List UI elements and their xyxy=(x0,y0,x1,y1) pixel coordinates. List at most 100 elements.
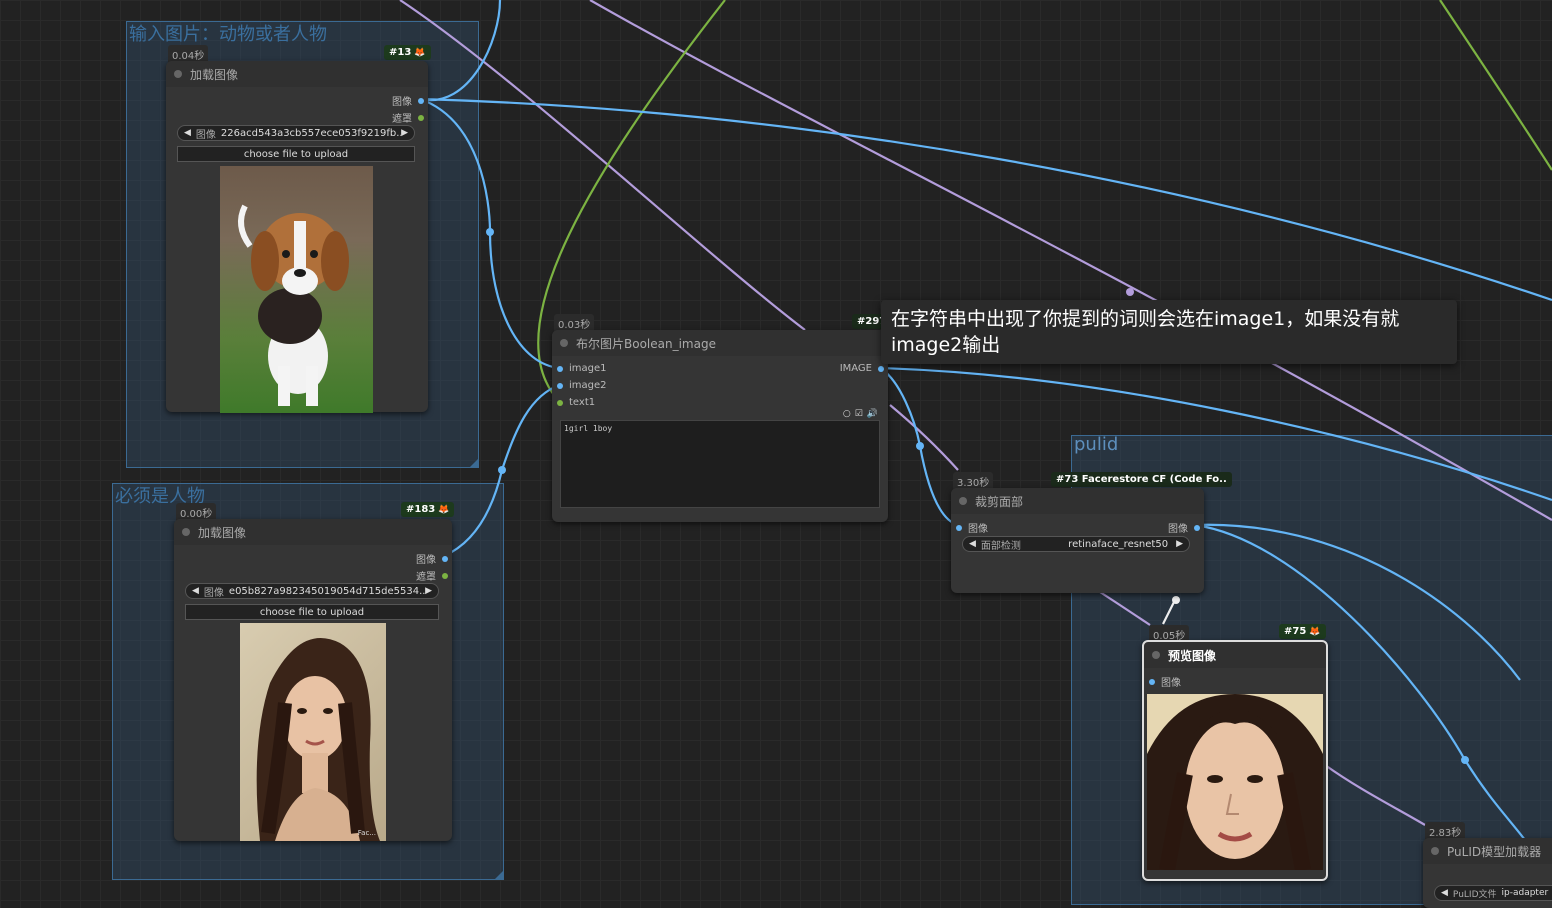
face-detection-select[interactable]: ◀ 面部检测 retinaface_resnet50 ▶ xyxy=(962,536,1190,552)
combo-value: 226acd543a3cb557ece053f9219fb... xyxy=(220,127,402,139)
node-title: 加载图像 xyxy=(198,525,247,540)
fox-icon: 🦊 xyxy=(1309,626,1321,637)
slot-label: 图像 xyxy=(1161,678,1181,689)
output-slot-image[interactable]: 图像 xyxy=(1168,520,1200,535)
node-header[interactable]: PuLID模型加载器 xyxy=(1423,838,1552,864)
output-slot-mask[interactable]: 遮罩 xyxy=(392,110,424,125)
node-preview-image-75[interactable]: 预览图像 图像 xyxy=(1142,640,1328,881)
preview-image-woman: Fac... xyxy=(240,623,386,841)
slot-dot[interactable] xyxy=(956,524,962,531)
output-slot-mask[interactable]: 遮罩 xyxy=(416,568,448,583)
combo-label: 面部检测 xyxy=(980,540,1021,552)
upload-button[interactable]: choose file to upload xyxy=(177,146,415,162)
output-slot-image[interactable]: 图像 xyxy=(392,93,424,108)
speaker-icon[interactable]: 🔊 xyxy=(867,409,878,419)
collapse-toggle[interactable] xyxy=(182,528,190,536)
arrow-left-icon[interactable]: ◀ xyxy=(184,128,191,138)
node-id-badge: #73 Facerestore CF (Code Fo.. xyxy=(1051,472,1232,487)
input-slot-text1[interactable]: text1 xyxy=(557,397,595,408)
input-slot-image2[interactable]: image2 xyxy=(557,380,607,391)
arrow-left-icon[interactable]: ◀ xyxy=(1441,888,1448,898)
slot-label: text1 xyxy=(569,397,596,408)
tooltip-line: 在字符串中出现了你提到的词则会选在image1，如果没有就 xyxy=(891,308,1400,330)
output-slot-image[interactable]: IMAGE xyxy=(840,363,884,374)
link-image xyxy=(419,97,1552,302)
node-id-badge: #13 🦊 xyxy=(384,45,431,60)
pulid-file-select[interactable]: ◀ PuLID文件 ip-adapter xyxy=(1434,885,1552,901)
slot-dot[interactable] xyxy=(442,555,448,562)
upload-button[interactable]: choose file to upload xyxy=(185,604,439,620)
combo-value: e05b827a982345019054d715de5534... xyxy=(228,585,426,597)
node-header[interactable]: 裁剪面部 xyxy=(951,488,1204,514)
node-id-badge: #75 🦊 xyxy=(1279,624,1326,639)
image-select[interactable]: ◀ 图像 226acd543a3cb557ece053f9219fb... ▶ xyxy=(177,125,415,141)
image-select[interactable]: ◀ 图像 e05b827a982345019054d715de5534... ▶ xyxy=(185,583,439,599)
node-header[interactable]: 布尔图片Boolean_image xyxy=(552,330,888,356)
slot-label: image1 xyxy=(569,363,607,374)
node-header[interactable]: 加载图像 xyxy=(174,519,452,545)
slot-dot[interactable] xyxy=(557,399,563,406)
node-tooltip: 在字符串中出现了你提到的词则会选在image1，如果没有就 image2输出 xyxy=(881,300,1457,364)
arrow-right-icon[interactable]: ▶ xyxy=(425,586,432,596)
slot-dot[interactable] xyxy=(878,365,884,372)
link-misc xyxy=(1099,591,1151,626)
link-misc xyxy=(889,404,959,471)
node-title: 预览图像 xyxy=(1168,648,1217,663)
slot-dot[interactable] xyxy=(1194,524,1200,531)
slot-dot[interactable] xyxy=(418,97,424,104)
node-load-image-13[interactable]: 加载图像 图像 遮罩 ◀ 图像 226acd543a3cb557ece053f9… xyxy=(166,61,428,413)
preview-image-face xyxy=(1147,694,1323,870)
node-id: #183 xyxy=(406,504,436,515)
checkbox-icon[interactable]: ☑ xyxy=(855,409,863,419)
slot-dot[interactable] xyxy=(557,382,563,389)
collapse-toggle[interactable] xyxy=(174,70,182,78)
node-load-image-183[interactable]: 加载图像 图像 遮罩 ◀ 图像 e05b827a982345019054d715… xyxy=(174,519,452,841)
node-header[interactable]: 加载图像 xyxy=(166,61,428,87)
input-slot-image[interactable]: 图像 xyxy=(1149,674,1181,689)
circle-icon[interactable]: ○ xyxy=(843,409,851,419)
node-id: #73 Facerestore CF (Code Fo.. xyxy=(1056,474,1227,485)
slot-dot[interactable] xyxy=(1149,678,1155,685)
combo-label: 图像 xyxy=(195,129,216,141)
node-id: #75 xyxy=(1284,626,1307,637)
link-misc xyxy=(1324,764,1426,826)
combo-value: ip-adapter xyxy=(1501,888,1549,898)
link-white xyxy=(1162,599,1176,625)
image-watermark: Fac... xyxy=(357,829,376,837)
collapse-toggle[interactable] xyxy=(560,339,568,347)
input-slot-image1[interactable]: image1 xyxy=(557,363,607,374)
slot-dot[interactable] xyxy=(442,572,448,579)
arrow-left-icon[interactable]: ◀ xyxy=(969,539,976,549)
slot-dot[interactable] xyxy=(557,365,563,372)
fox-icon: 🦊 xyxy=(438,504,450,515)
arrow-right-icon[interactable]: ▶ xyxy=(1176,539,1183,549)
preview-image-dog xyxy=(220,166,373,413)
slot-label: image2 xyxy=(569,380,607,391)
node-title: 裁剪面部 xyxy=(975,494,1024,509)
slot-dot[interactable] xyxy=(418,114,424,121)
slot-label: 图像 xyxy=(968,524,988,535)
output-slot-image[interactable]: 图像 xyxy=(416,551,448,566)
fox-icon: 🦊 xyxy=(414,47,426,58)
combo-value: retinaface_resnet50 xyxy=(1068,538,1169,550)
link-string xyxy=(1439,0,1552,171)
slot-label: 图像 xyxy=(1168,524,1188,535)
node-boolean-image-297[interactable]: 布尔图片Boolean_image image1 image2 text1 IM… xyxy=(552,330,888,522)
link-image xyxy=(419,0,502,102)
arrow-right-icon[interactable]: ▶ xyxy=(401,128,408,138)
collapse-toggle[interactable] xyxy=(1152,651,1160,659)
node-title: 加载图像 xyxy=(190,67,239,82)
collapse-toggle[interactable] xyxy=(959,497,967,505)
collapse-toggle[interactable] xyxy=(1431,847,1439,855)
face-illustration xyxy=(1147,694,1323,870)
node-crop-face-73[interactable]: 裁剪面部 图像 图像 ◀ 面部检测 retinaface_resnet50 ▶ xyxy=(951,488,1204,593)
arrow-left-icon[interactable]: ◀ xyxy=(192,586,199,596)
input-slot-image[interactable]: 图像 xyxy=(956,520,988,535)
slot-label: IMAGE xyxy=(839,363,872,374)
textarea-toolbar: ○ ☑ 🔊 xyxy=(843,409,878,419)
node-header[interactable]: 预览图像 xyxy=(1144,642,1326,668)
woman-illustration xyxy=(256,638,380,841)
text-input[interactable]: 1girl 1boy xyxy=(560,420,880,508)
slot-label: 遮罩 xyxy=(392,114,412,125)
node-title: 布尔图片Boolean_image xyxy=(576,336,716,351)
